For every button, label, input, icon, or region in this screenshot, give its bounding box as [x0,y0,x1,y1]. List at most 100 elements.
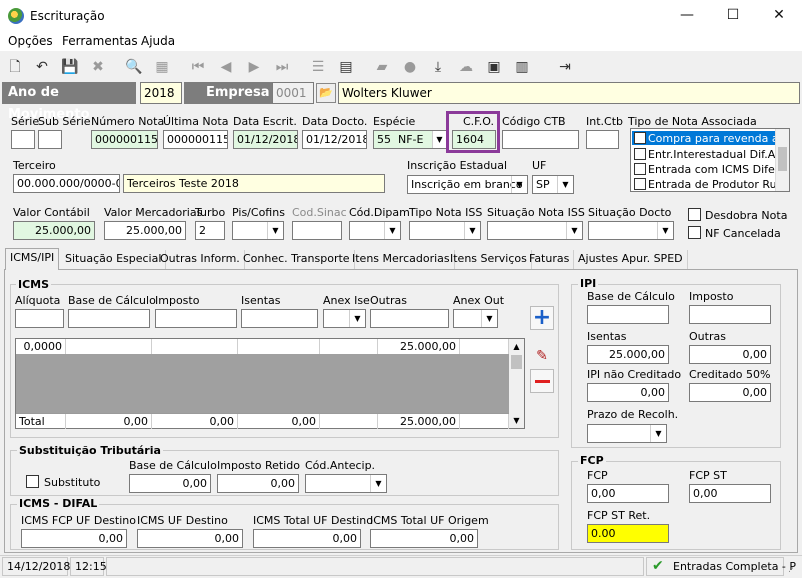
tipo-nota-checkbox-3[interactable] [634,178,646,190]
chevron-down-icon[interactable]: ▼ [657,222,673,239]
difal-uf-destino-field[interactable]: 0,00 [137,529,243,548]
situacao-docto-dropdown[interactable]: ▼ [588,221,674,240]
import-icon[interactable]: ⤓ [428,57,448,77]
fcp-st-ret-field[interactable]: 0.00 [587,524,669,543]
add-row-button[interactable]: + [530,306,554,330]
chevron-down-icon[interactable]: ▼ [511,176,527,193]
cloud-icon[interactable]: ☁ [456,57,476,77]
desdobra-checkbox[interactable] [688,208,701,221]
terceiro-cnpj-field[interactable]: 00.000.000/0000-00 [13,174,120,193]
chevron-down-icon[interactable]: ▼ [432,131,446,148]
icms-anex-out-dropdown[interactable]: ▼ [453,309,498,328]
empresa-code-field[interactable]: 0001 [272,82,314,104]
scroll-down-icon[interactable]: ▼ [509,413,524,428]
calculator-icon[interactable]: ▤ [336,57,356,77]
pis-cofins-dropdown[interactable]: ▼ [232,221,284,240]
data-escrit-field[interactable]: 01/12/2018 [233,130,298,149]
coins-icon[interactable]: ● [400,57,420,77]
icms-aliquota-field[interactable] [15,309,64,328]
fcp-st-field[interactable]: 0,00 [689,484,771,503]
ipi-isentas-field[interactable]: 25.000,00 [587,345,669,364]
scrollbar-thumb[interactable] [511,355,522,369]
tab-ajustes-apur-sped[interactable]: Ajustes Apur. SPED [574,250,688,269]
difal-total-origem-field[interactable]: 0,00 [370,529,478,548]
difal-total-destino-field[interactable]: 0,00 [253,529,361,548]
fcp-field[interactable]: 0,00 [587,484,669,503]
table-row[interactable]: 0,0000 25.000,00 [16,339,509,354]
chevron-down-icon[interactable]: ▼ [267,222,283,239]
tab-outras-inform[interactable]: Outras Inform. [156,250,245,269]
subserie-field[interactable] [38,130,62,149]
chevron-down-icon[interactable]: ▼ [349,310,365,327]
substituto-checkbox[interactable] [26,475,39,488]
menu-ajuda[interactable]: Ajuda [141,34,175,48]
minimize-button[interactable]: — [664,0,710,31]
chevron-down-icon[interactable]: ▼ [650,425,666,442]
tab-conhec-transporte[interactable]: Conhec. Transporte [239,250,355,269]
tipo-nota-checkbox-2[interactable] [634,163,646,175]
tipo-nota-option-1[interactable]: Entr.Interestadual Dif.Aliq [648,148,775,161]
cod-sinac-field[interactable] [292,221,342,240]
scroll-up-icon[interactable]: ▲ [509,339,524,354]
list-icon[interactable]: ☰ [308,57,328,77]
next-record-icon[interactable]: ▶ [244,57,264,77]
menu-opcoes[interactable]: Opções [8,34,53,48]
tab-faturas[interactable]: Faturas [525,250,575,269]
close-button[interactable]: ✕ [756,0,802,31]
preview-icon[interactable]: 🔍 [124,57,144,77]
grid-scrollbar[interactable]: ▲ ▼ [509,339,524,428]
tipo-nota-option-3[interactable]: Entrada de Produtor Rural [648,178,775,191]
ipi-creditado50-field[interactable]: 0,00 [689,383,771,402]
int-ctb-field[interactable] [586,130,619,149]
tab-icms-ipi[interactable]: ICMS/IPI [5,248,60,270]
chevron-down-icon[interactable]: ▼ [566,222,582,239]
st-antecip-dropdown[interactable]: ▼ [305,474,387,493]
nfe-icon[interactable]: ▦ [152,57,172,77]
ano-field[interactable]: 2018 [140,82,182,104]
icms-isentas-field[interactable] [241,309,318,328]
serie-field[interactable] [11,130,35,149]
ipi-outras-field[interactable]: 0,00 [689,345,771,364]
tab-itens-servicos[interactable]: Itens Serviços [446,250,532,269]
ipi-base-field[interactable] [587,305,669,324]
chevron-down-icon[interactable]: ▼ [557,176,573,193]
situacao-iss-dropdown[interactable]: ▼ [487,221,583,240]
chevron-down-icon[interactable]: ▼ [384,222,400,239]
icms-grid[interactable]: 0,0000 25.000,00 Total 0,00 0,00 0,00 25… [15,338,525,429]
tipo-nota-option-0[interactable]: Compra para revenda a co [648,132,775,145]
save-icon[interactable]: 💾 [60,57,80,77]
icms-imposto-field[interactable] [155,309,237,328]
folder-icon[interactable]: ▰ [372,57,392,77]
ipi-imposto-field[interactable] [689,305,771,324]
tipo-nota-checkbox-1[interactable] [634,148,646,160]
st-retido-field[interactable]: 0,00 [217,474,299,493]
ipi-nao-creditado-field[interactable]: 0,00 [587,383,669,402]
tipo-nota-list[interactable]: Compra para revenda a co Entr.Interestad… [630,128,790,192]
menu-ferramentas[interactable]: Ferramentas [62,34,138,48]
archive-icon[interactable]: ▥ [512,57,532,77]
resize-grip-icon[interactable]: ⋰ [788,563,800,575]
delete-icon[interactable]: ✖ [88,57,108,77]
chevron-down-icon[interactable]: ▼ [481,310,497,327]
maximize-button[interactable]: ☐ [710,0,756,31]
open-folder-icon[interactable]: 📂 [316,83,336,103]
new-doc-icon[interactable]: 🗋 [5,57,25,77]
tab-situacao-especial[interactable]: Situação Especial [61,250,167,269]
icms-outras-field[interactable] [370,309,449,328]
valor-mercadorias-field[interactable]: 25.000,00 [104,221,186,240]
tab-itens-mercadorias[interactable]: Itens Mercadorias [348,250,455,269]
turbo-field[interactable]: 2 [195,221,225,240]
valor-contabil-field[interactable]: 25.000,00 [13,221,95,240]
chevron-down-icon[interactable]: ▼ [464,222,480,239]
data-docto-field[interactable]: 01/12/2018 [302,130,367,149]
cfo-field[interactable]: 1604 [452,130,496,149]
chevron-down-icon[interactable]: ▼ [370,475,386,492]
prev-record-icon[interactable]: ◀ [216,57,236,77]
tipo-nota-option-2[interactable]: Entrada com ICMS Diferido [648,163,775,176]
icms-anex-ise-dropdown[interactable]: ▼ [323,309,366,328]
tipo-iss-dropdown[interactable]: ▼ [409,221,481,240]
ipi-prazo-dropdown[interactable]: ▼ [587,424,667,443]
numero-nota-field[interactable]: 0000001156 [91,130,158,149]
edit-row-icon[interactable]: ✎ [530,346,554,366]
tipo-nota-checkbox-0[interactable] [634,132,646,144]
